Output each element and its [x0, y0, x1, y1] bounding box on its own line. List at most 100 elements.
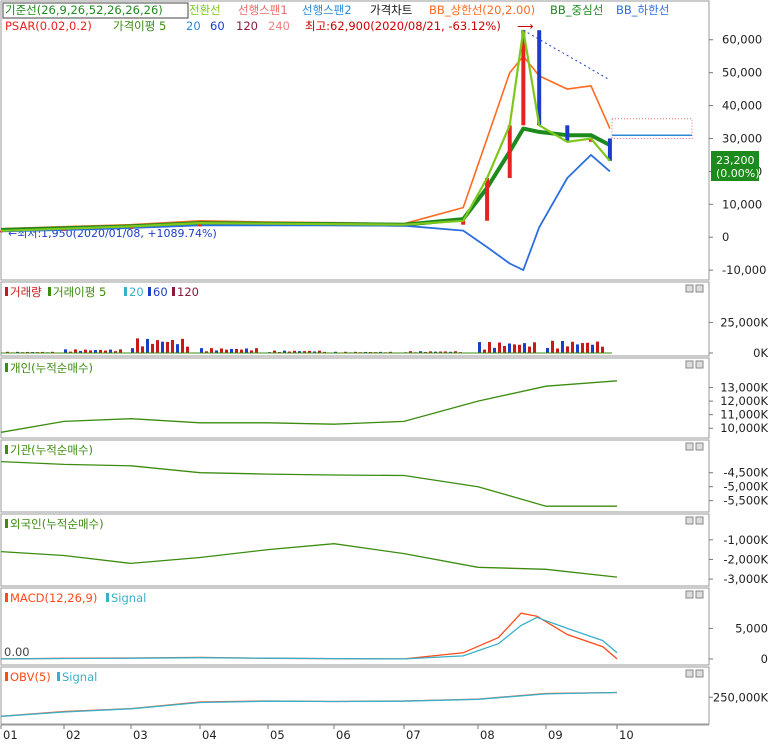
foreign-y-label: -3,000K [723, 572, 768, 586]
volume-bar [498, 343, 501, 353]
volume-bar [171, 340, 174, 353]
foreign-panel: 외국인(누적순매수) -1,000K -2,000K -3,000K [1, 514, 768, 586]
volume-bar [176, 344, 179, 353]
macd-panel: MACD(12,26,9)Signal5,00000.00 [1, 588, 768, 666]
x-axis: 01020304050607080910 [1, 725, 709, 742]
volume-bar [513, 344, 516, 353]
legend-psar[interactable]: PSAR(0.02,0.2) [5, 19, 92, 33]
legend-ma60[interactable]: 60 [210, 19, 225, 33]
volume-bar [166, 342, 169, 353]
volume-bar [156, 340, 159, 353]
obv-panel: OBV(5)Signal250,000K [1, 667, 768, 724]
volume-bar [561, 341, 564, 353]
macd-y-label: 0 [761, 652, 768, 666]
price-y-label: 0 [722, 230, 729, 244]
legend-ma20[interactable]: 20 [186, 19, 201, 33]
volume-bar [478, 342, 481, 353]
institution-y-label: -5,500K [723, 494, 768, 508]
obv-legend-swatch [57, 672, 60, 681]
price-y-label: 50,000 [722, 66, 762, 80]
volume-bar [151, 344, 154, 353]
volume-bar [581, 343, 584, 353]
foreign-y-label: -1,000K [723, 533, 768, 547]
volume-bar [64, 349, 67, 353]
volume-bar [503, 346, 506, 353]
legend-bb-middle[interactable]: BB_중심선 [550, 3, 603, 17]
volume-bar [523, 343, 526, 353]
panel-minimize-icon [686, 591, 693, 598]
volume-bar [508, 343, 511, 353]
volume-legend-label: 20 [129, 285, 144, 299]
volume-bar [240, 350, 243, 353]
x-tick-label: 10 [619, 728, 634, 742]
x-tick-label: 08 [480, 728, 495, 742]
legend-leading-span2[interactable]: 선행스팬2 [302, 3, 352, 17]
panel-minimize-icon [686, 443, 693, 450]
volume-legend-label: 60 [153, 285, 168, 299]
volume-bar [488, 342, 491, 353]
macd-legend-swatch [106, 593, 109, 602]
obv-legend-label: OBV(5) [10, 670, 51, 684]
legend-price-ma5[interactable]: 가격이평 5 [113, 19, 166, 33]
individual-panel-frame [1, 358, 709, 438]
price-y-label: 60,000 [722, 33, 762, 47]
volume-bar [566, 346, 569, 353]
panel-close-icon [696, 517, 703, 524]
x-tick-label: 04 [202, 728, 217, 742]
volume-bar [596, 342, 599, 353]
volume-bar [186, 347, 189, 353]
foreign-legend-label: 외국인(누적순매수) [10, 517, 104, 531]
macd-legend-label: Signal [111, 591, 146, 605]
legend-bb-upper[interactable]: BB_상한선(20,2.00) [429, 3, 535, 17]
panel-close-icon [696, 591, 703, 598]
volume-bar [141, 346, 144, 353]
macd-y-label: 5,000 [735, 621, 768, 635]
last-price-badge: 23,200 (0.00%) [711, 151, 760, 181]
volume-bar [245, 348, 248, 353]
foreign-y-label: -2,000K [723, 552, 768, 566]
volume-bar [136, 338, 139, 353]
volume-bar [528, 347, 531, 353]
macd-legend-label: MACD(12,26,9) [10, 591, 97, 605]
price-panel: 기준선(26,9,26,52,26,26,26) 전환선 선행스팬1 선행스팬2… [0, 1, 766, 280]
panel-minimize-icon [686, 361, 693, 368]
panel-close-icon [696, 361, 703, 368]
volume-bar [119, 349, 122, 353]
volume-bar [225, 350, 228, 353]
legend-ma240[interactable]: 240 [268, 19, 290, 33]
volume-bar [200, 348, 203, 353]
legend-leading-span1[interactable]: 선행스팬1 [238, 3, 288, 17]
volume-bar [576, 344, 579, 353]
individual-y-label: 12,000K [720, 394, 768, 408]
volume-legend-label: 거래이평 5 [53, 285, 106, 299]
volume-bar [571, 342, 574, 353]
sub-panels: 거래량거래이평 5206012025,000K0K개인(누적순매수)13,000… [1, 282, 768, 724]
volume-bar [601, 347, 604, 353]
volume-panel-frame [1, 282, 709, 356]
panel-minimize-icon [686, 670, 693, 677]
legend-ma120[interactable]: 120 [236, 19, 258, 33]
legend-base-line[interactable]: 기준선(26,9,26,52,26,26,26) [5, 3, 163, 17]
x-tick-label: 07 [406, 728, 421, 742]
foreign-legend-swatch [5, 519, 8, 528]
volume-legend-swatch [48, 287, 51, 296]
institution-panel-frame [1, 440, 709, 512]
individual-y-label: 11,000K [720, 408, 768, 422]
individual-legend-swatch [5, 363, 8, 372]
individual-panel: 개인(누적순매수)13,000K12,000K11,000K10,000K [1, 358, 768, 438]
panel-close-icon [696, 285, 703, 292]
volume-bar [255, 348, 258, 353]
last-price-change: (0.00%) [716, 167, 760, 180]
legend-bb-lower[interactable]: BB_하한선 [616, 3, 669, 17]
panel-minimize-icon [686, 517, 693, 524]
volume-legend-swatch [172, 287, 175, 296]
volume-legend-swatch [148, 287, 151, 296]
volume-legend-label: 거래량 [10, 285, 42, 299]
volume-bar [131, 348, 134, 353]
legend-price-chart[interactable]: 가격차트 [370, 3, 412, 17]
last-price-value: 23,200 [716, 154, 755, 167]
legend-conversion-line[interactable]: 전환선 [189, 3, 221, 17]
volume-bar [591, 345, 594, 353]
price-y-label: 40,000 [722, 99, 762, 113]
volume-bar [235, 349, 238, 353]
